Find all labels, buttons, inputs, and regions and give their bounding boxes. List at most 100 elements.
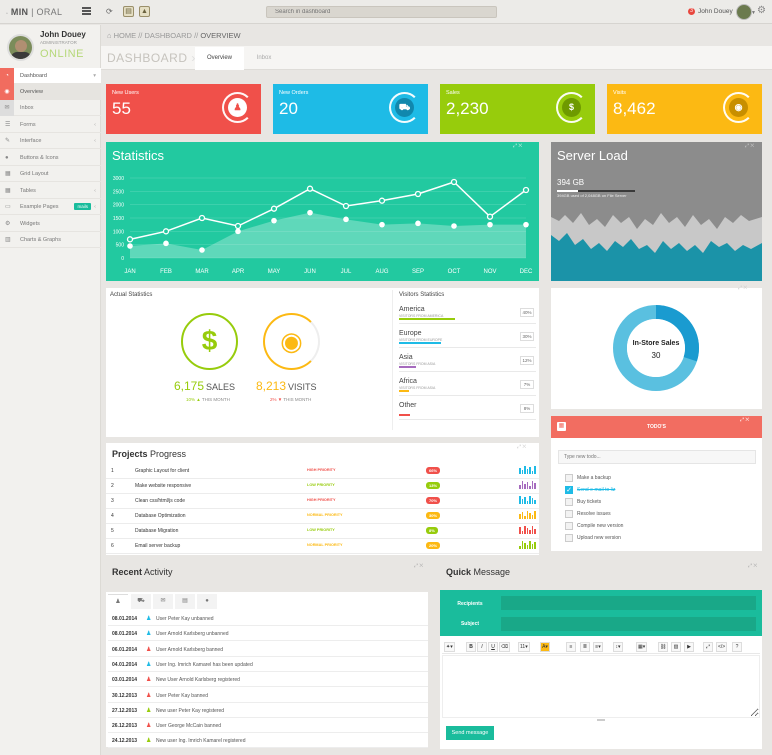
tab-overview[interactable]: Overview <box>195 47 244 70</box>
todo-item[interactable]: Compile new version <box>565 522 745 532</box>
panel-controls-icon[interactable]: ⤢ ✕ <box>745 143 754 149</box>
series-1-point[interactable] <box>198 214 206 222</box>
panel-controls-icon[interactable]: ⤢ ✕ <box>738 285 747 291</box>
series-1-point[interactable] <box>414 190 422 198</box>
notification-badge[interactable]: 3 <box>688 8 695 15</box>
series-1-point[interactable] <box>234 222 242 230</box>
link-icon[interactable]: ⛓ <box>658 642 669 652</box>
series-2-point[interactable] <box>487 221 493 228</box>
checkbox-checked-icon[interactable]: ✓ <box>565 486 573 494</box>
panel-controls-icon[interactable]: ⤢ ✕ <box>517 444 526 450</box>
series-2-point[interactable] <box>379 221 385 228</box>
breadcrumb-home[interactable]: HOME <box>114 31 137 40</box>
subject-input[interactable] <box>501 617 756 631</box>
panel-controls-icon[interactable]: ⤢ ✕ <box>748 563 757 569</box>
menu-toggle-icon[interactable] <box>82 7 91 15</box>
top-avatar[interactable] <box>736 4 752 20</box>
series-1-point[interactable] <box>486 213 494 220</box>
breadcrumb-dashboard[interactable]: DASHBOARD <box>144 31 192 40</box>
panel-controls-icon[interactable]: ⤢ ✕ <box>740 417 749 423</box>
series-2-point[interactable] <box>451 223 457 229</box>
italic-button[interactable]: I <box>477 642 487 652</box>
sidebar-item-widgets[interactable]: ⚙ Widgets <box>0 216 101 232</box>
sidebar-item-example-pages[interactable]: ▭ Example Pages mails ‹ <box>0 199 101 215</box>
series-2-point[interactable] <box>307 209 313 216</box>
series-1-point[interactable] <box>522 186 530 194</box>
sidebar-item-tables[interactable]: ▦ Tables ‹ <box>0 183 101 199</box>
series-2-point[interactable] <box>235 228 241 235</box>
top-user-name[interactable]: John Douey <box>698 8 733 15</box>
series-1-point[interactable] <box>342 202 350 210</box>
sidebar-item-buttons[interactable]: ● Buttons & Icons <box>0 150 101 166</box>
series-1-point[interactable] <box>450 178 458 186</box>
panel-controls-icon[interactable]: ⤢ ✕ <box>414 563 423 569</box>
series-2-point[interactable] <box>163 240 169 247</box>
calendar-icon[interactable]: ▤ <box>123 6 134 17</box>
resize-handle[interactable] <box>597 719 605 721</box>
help-icon[interactable]: ? <box>732 642 742 652</box>
align-dropdown[interactable]: ≡▾ <box>593 642 603 652</box>
sidebar-item-grid[interactable]: ▦ Grid Layout <box>0 166 101 182</box>
checkbox[interactable] <box>565 498 573 506</box>
line-height-dropdown[interactable]: ↕▾ <box>613 642 623 652</box>
todo-item[interactable]: Upload new version <box>565 534 745 544</box>
app-logo[interactable]: ▫ MIN | ORAL <box>6 7 62 17</box>
eraser-icon[interactable]: ⌫ <box>499 642 511 652</box>
recipients-input[interactable] <box>501 596 756 610</box>
home-icon[interactable]: ⌂ <box>107 31 112 40</box>
tab-users-icon[interactable]: ♟ <box>108 594 128 609</box>
checkbox[interactable] <box>565 474 573 482</box>
sidebar-item-dashboard[interactable]: ◔ Dashboard ▾ <box>0 68 101 84</box>
todo-input[interactable] <box>558 450 756 464</box>
text-color-icon[interactable]: A▾ <box>540 642 550 652</box>
checkbox[interactable] <box>565 522 573 530</box>
code-icon[interactable]: </> <box>716 642 728 652</box>
series-2-point[interactable] <box>271 217 277 224</box>
font-size-dropdown[interactable]: 11▾ <box>518 642 530 652</box>
sidebar-item-overview[interactable]: ◉ Overview <box>0 84 101 100</box>
bullet-list-icon[interactable]: ≡ <box>566 642 576 652</box>
series-2-point[interactable] <box>343 216 349 223</box>
tab-cart-icon[interactable]: ⛟ <box>131 594 151 609</box>
todo-item[interactable]: Make a backup <box>565 474 745 484</box>
sidebar-item-charts[interactable]: ▥ Charts & Graphs <box>0 232 101 248</box>
series-2-point[interactable] <box>199 247 205 253</box>
send-message-button[interactable]: Send message <box>446 726 494 740</box>
tab-chat-icon[interactable]: ● <box>197 594 217 609</box>
series-1-point[interactable] <box>126 236 134 243</box>
image-icon[interactable]: ▨ <box>671 642 681 652</box>
underline-button[interactable]: U <box>488 642 498 652</box>
series-1-point[interactable] <box>306 185 314 192</box>
tab-envelope-icon[interactable]: ✉ <box>153 594 173 609</box>
tile-visits[interactable]: Visits 8,462 ◉ <box>607 84 762 134</box>
todo-item[interactable]: ✓ Send e-mail to liz <box>565 486 745 496</box>
sidebar-item-interface[interactable]: ✎ Interface ‹ <box>0 133 101 149</box>
dropdown-arrow-icon[interactable]: ▼ <box>751 10 756 16</box>
tile-new-orders[interactable]: New Orders 20 ⛟ <box>273 84 428 134</box>
tab-inbox[interactable]: Inbox <box>244 47 284 70</box>
table-icon[interactable]: ▦▾ <box>636 642 648 652</box>
todo-item[interactable]: Buy tickets <box>565 498 745 508</box>
sidebar-item-forms[interactable]: ☰ Forms ‹ <box>0 117 101 133</box>
sidebar-item-inbox[interactable]: ✉ Inbox <box>0 100 101 116</box>
panel-controls-icon[interactable]: ⤢ ✕ <box>513 143 522 149</box>
lock-icon[interactable]: ▲ <box>139 6 150 17</box>
tab-card-icon[interactable]: ▤ <box>175 594 195 609</box>
search-input[interactable] <box>266 6 497 18</box>
video-icon[interactable]: ▶ <box>684 642 694 652</box>
tile-sales[interactable]: Sales 2,230 $ <box>440 84 595 134</box>
checkbox[interactable] <box>565 534 573 542</box>
message-body[interactable] <box>442 655 760 718</box>
bold-button[interactable]: B <box>466 642 476 652</box>
series-2-point[interactable] <box>415 220 421 227</box>
fullscreen-icon[interactable]: ⤢ <box>703 642 713 652</box>
series-2-point[interactable] <box>127 243 133 249</box>
numbered-list-icon[interactable]: ≣ <box>580 642 590 652</box>
checkbox[interactable] <box>565 510 573 518</box>
magic-wand-icon[interactable]: ✦▾ <box>444 642 455 652</box>
refresh-icon[interactable]: ⟳ <box>106 7 113 16</box>
tile-new-users[interactable]: New Users 55 ♟ <box>106 84 261 134</box>
series-1-point[interactable] <box>162 228 170 235</box>
todo-item[interactable]: Resolve issues <box>565 510 745 520</box>
series-1-point[interactable] <box>378 197 386 204</box>
